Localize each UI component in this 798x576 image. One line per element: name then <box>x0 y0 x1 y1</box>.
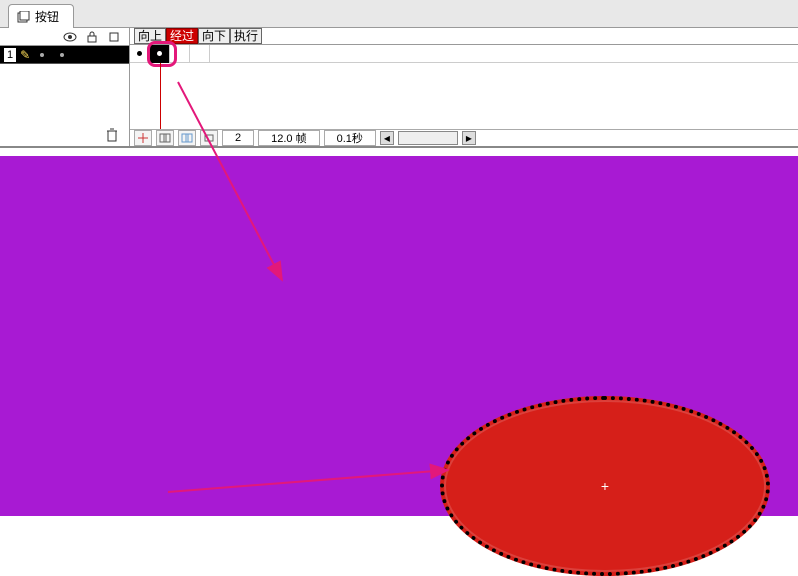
layer-row[interactable]: 1 ✎ <box>0 46 129 64</box>
frame-cell-2[interactable] <box>150 45 170 63</box>
scrollbar-track[interactable] <box>398 131 458 145</box>
elapsed-display: 0.1秒 <box>324 130 376 146</box>
frame-header-down[interactable]: 向下 <box>198 28 230 44</box>
frame-track[interactable] <box>130 45 798 63</box>
crosshair-icon: + <box>601 478 609 494</box>
frame-cell-1[interactable] <box>130 45 150 63</box>
document-icon <box>17 11 31 23</box>
scroll-left-button[interactable]: ◂ <box>380 131 394 145</box>
current-frame-display: 2 <box>222 130 254 146</box>
ellipse-shape[interactable]: + <box>440 396 770 576</box>
layer-dot <box>60 53 64 57</box>
edit-multiple-frames-button[interactable] <box>200 130 218 146</box>
onion-skin-button[interactable] <box>156 130 174 146</box>
lock-icon[interactable] <box>85 30 99 44</box>
trash-icon[interactable] <box>105 128 119 142</box>
scroll-right-button[interactable]: ▸ <box>462 131 476 145</box>
frame-header: 向上 经过 向下 执行 <box>130 28 798 45</box>
tab-bar: 按钮 <box>0 0 798 28</box>
frames-panel: 向上 经过 向下 执行 2 <box>130 28 798 146</box>
center-frame-button[interactable] <box>134 130 152 146</box>
outline-icon[interactable] <box>107 30 121 44</box>
fps-display: 12.0 帧 <box>258 130 319 146</box>
layers-panel: 1 ✎ <box>0 28 130 146</box>
tab-title: 按钮 <box>35 8 59 25</box>
pencil-icon: ✎ <box>20 48 30 62</box>
onion-skin-outlines-button[interactable] <box>178 130 196 146</box>
stage-canvas[interactable]: + <box>0 156 798 516</box>
playhead-line <box>160 63 161 129</box>
layer-dot <box>40 53 44 57</box>
timeline-status-bar: 2 12.0 帧 0.1秒 ◂ ▸ <box>130 129 798 146</box>
document-tab[interactable]: 按钮 <box>8 4 74 28</box>
eye-icon[interactable] <box>63 30 77 44</box>
frame-header-up[interactable]: 向上 <box>134 28 166 44</box>
layer-number: 1 <box>4 48 16 62</box>
frame-cell-3[interactable] <box>170 45 190 63</box>
frame-header-hit[interactable]: 执行 <box>230 28 262 44</box>
frame-header-over[interactable]: 经过 <box>166 28 198 44</box>
layers-header <box>0 28 129 46</box>
layers-footer <box>0 124 129 146</box>
frame-cell-4[interactable] <box>190 45 210 63</box>
timeline: 1 ✎ 向上 经过 向下 执行 <box>0 28 798 148</box>
